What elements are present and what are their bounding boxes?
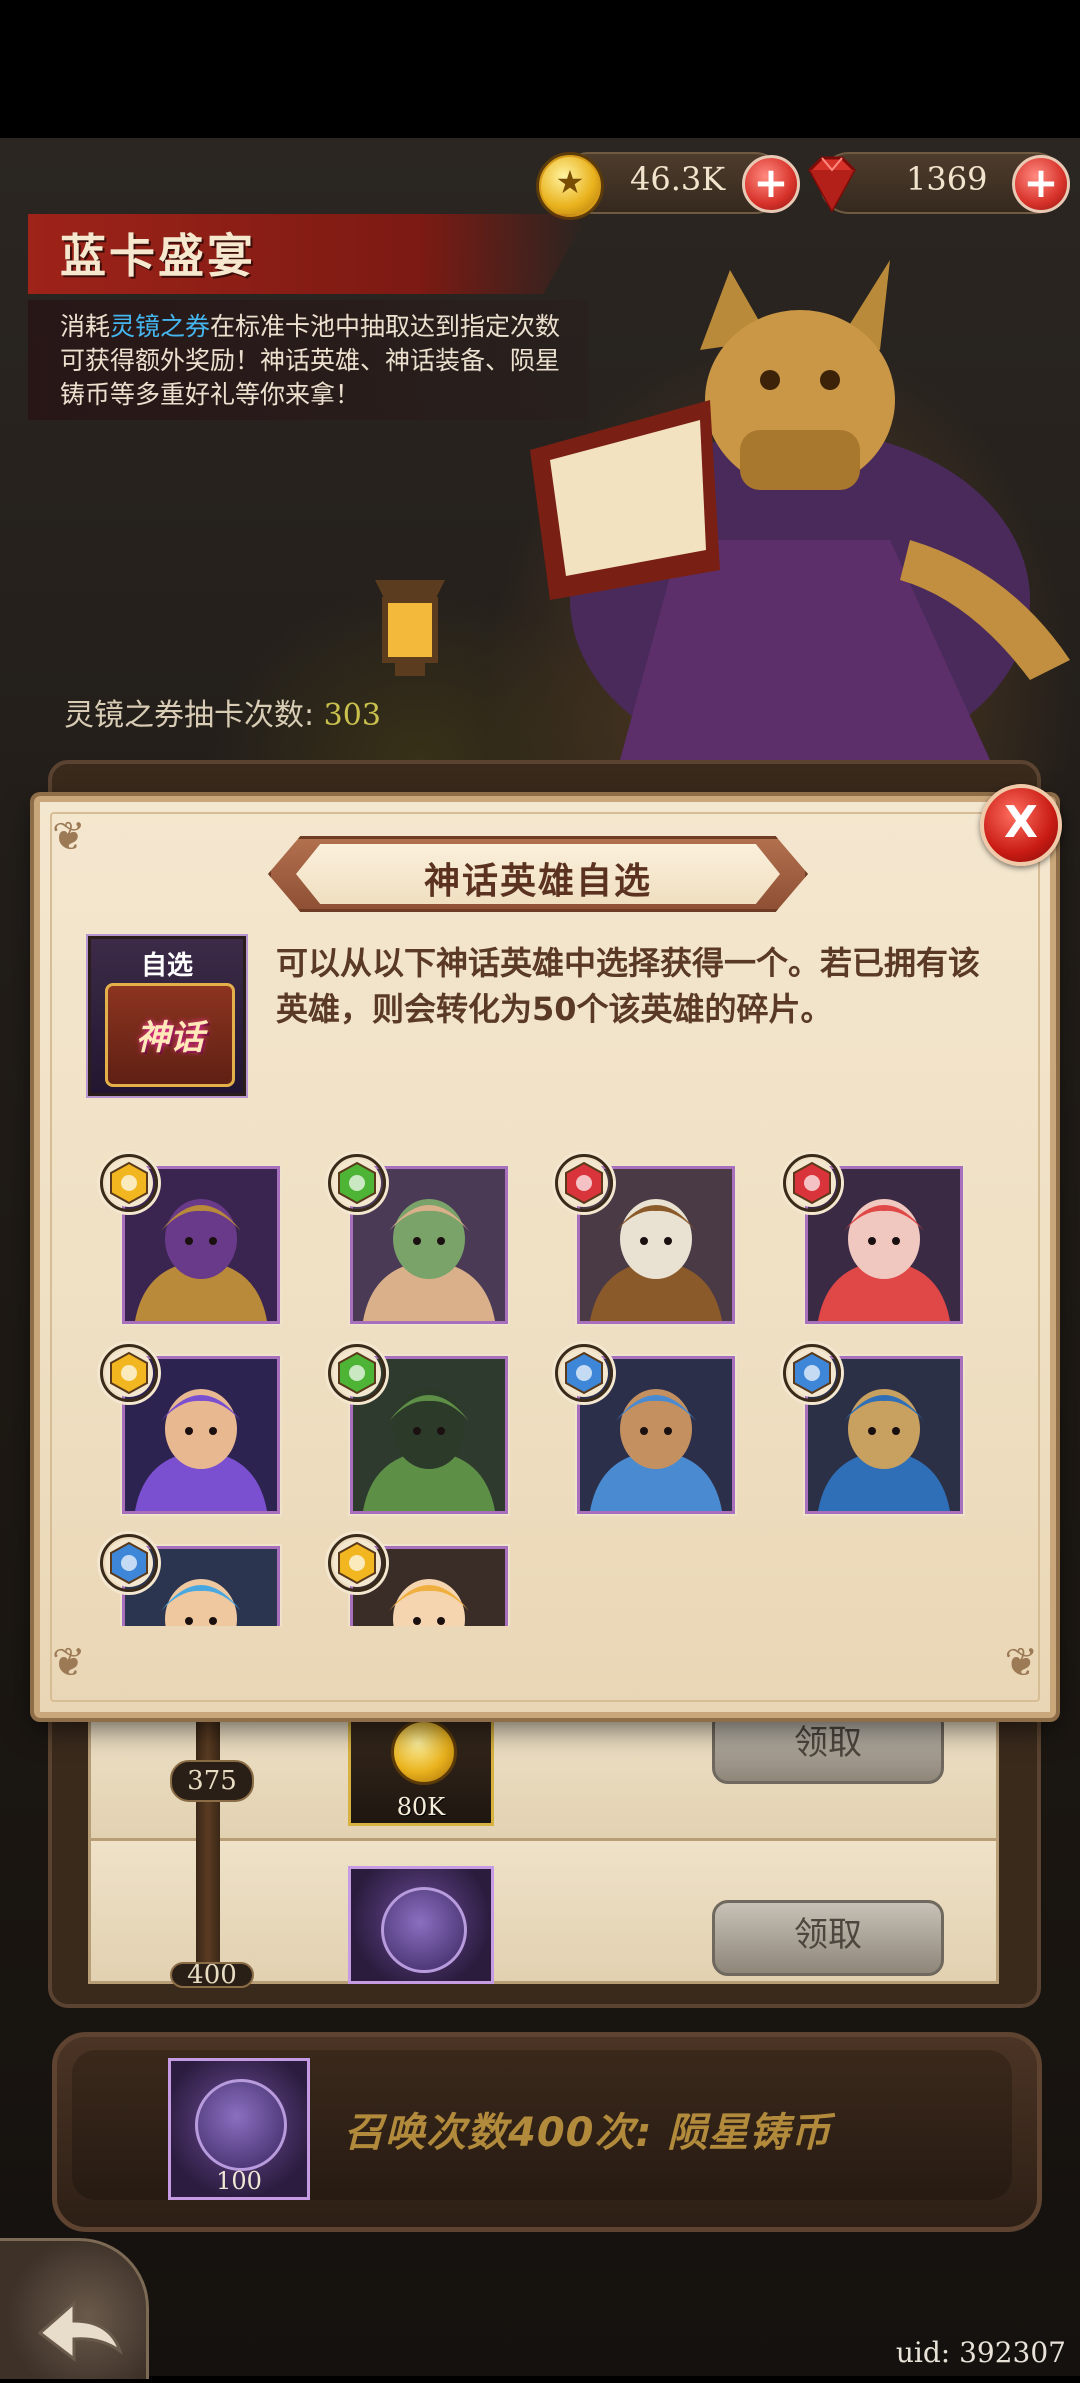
chest-label: 神话 xyxy=(136,1018,204,1058)
blue-faction-icon xyxy=(555,1344,613,1402)
chest-icon: 神话 xyxy=(105,983,235,1087)
corner-ornament: ❦ xyxy=(1004,1640,1038,1686)
green-faction-icon xyxy=(328,1154,386,1212)
gold-faction-icon xyxy=(100,1154,158,1212)
close-button[interactable]: X xyxy=(980,784,1062,866)
gold-faction-icon xyxy=(328,1534,386,1592)
status-bar xyxy=(0,0,1080,138)
corner-ornament: ❦ xyxy=(52,814,86,860)
selection-chest-card: 自选 神话 xyxy=(88,936,246,1096)
red-faction-icon xyxy=(555,1154,613,1212)
blue-faction-icon xyxy=(783,1344,841,1402)
blue-faction-icon xyxy=(100,1534,158,1592)
dialog-info: 可以从以下神话英雄中选择获得一个。若已拥有该英雄，则会转化为50个该英雄的碎片。 xyxy=(276,944,981,1028)
choose-tag: 自选 xyxy=(140,951,193,981)
corner-ornament: ❦ xyxy=(52,1640,86,1686)
hero-grid xyxy=(80,1140,1000,1626)
red-faction-icon xyxy=(783,1154,841,1212)
gold-faction-icon xyxy=(100,1344,158,1402)
dialog-title: 神话英雄自选 xyxy=(423,861,652,902)
green-faction-icon xyxy=(328,1344,386,1402)
